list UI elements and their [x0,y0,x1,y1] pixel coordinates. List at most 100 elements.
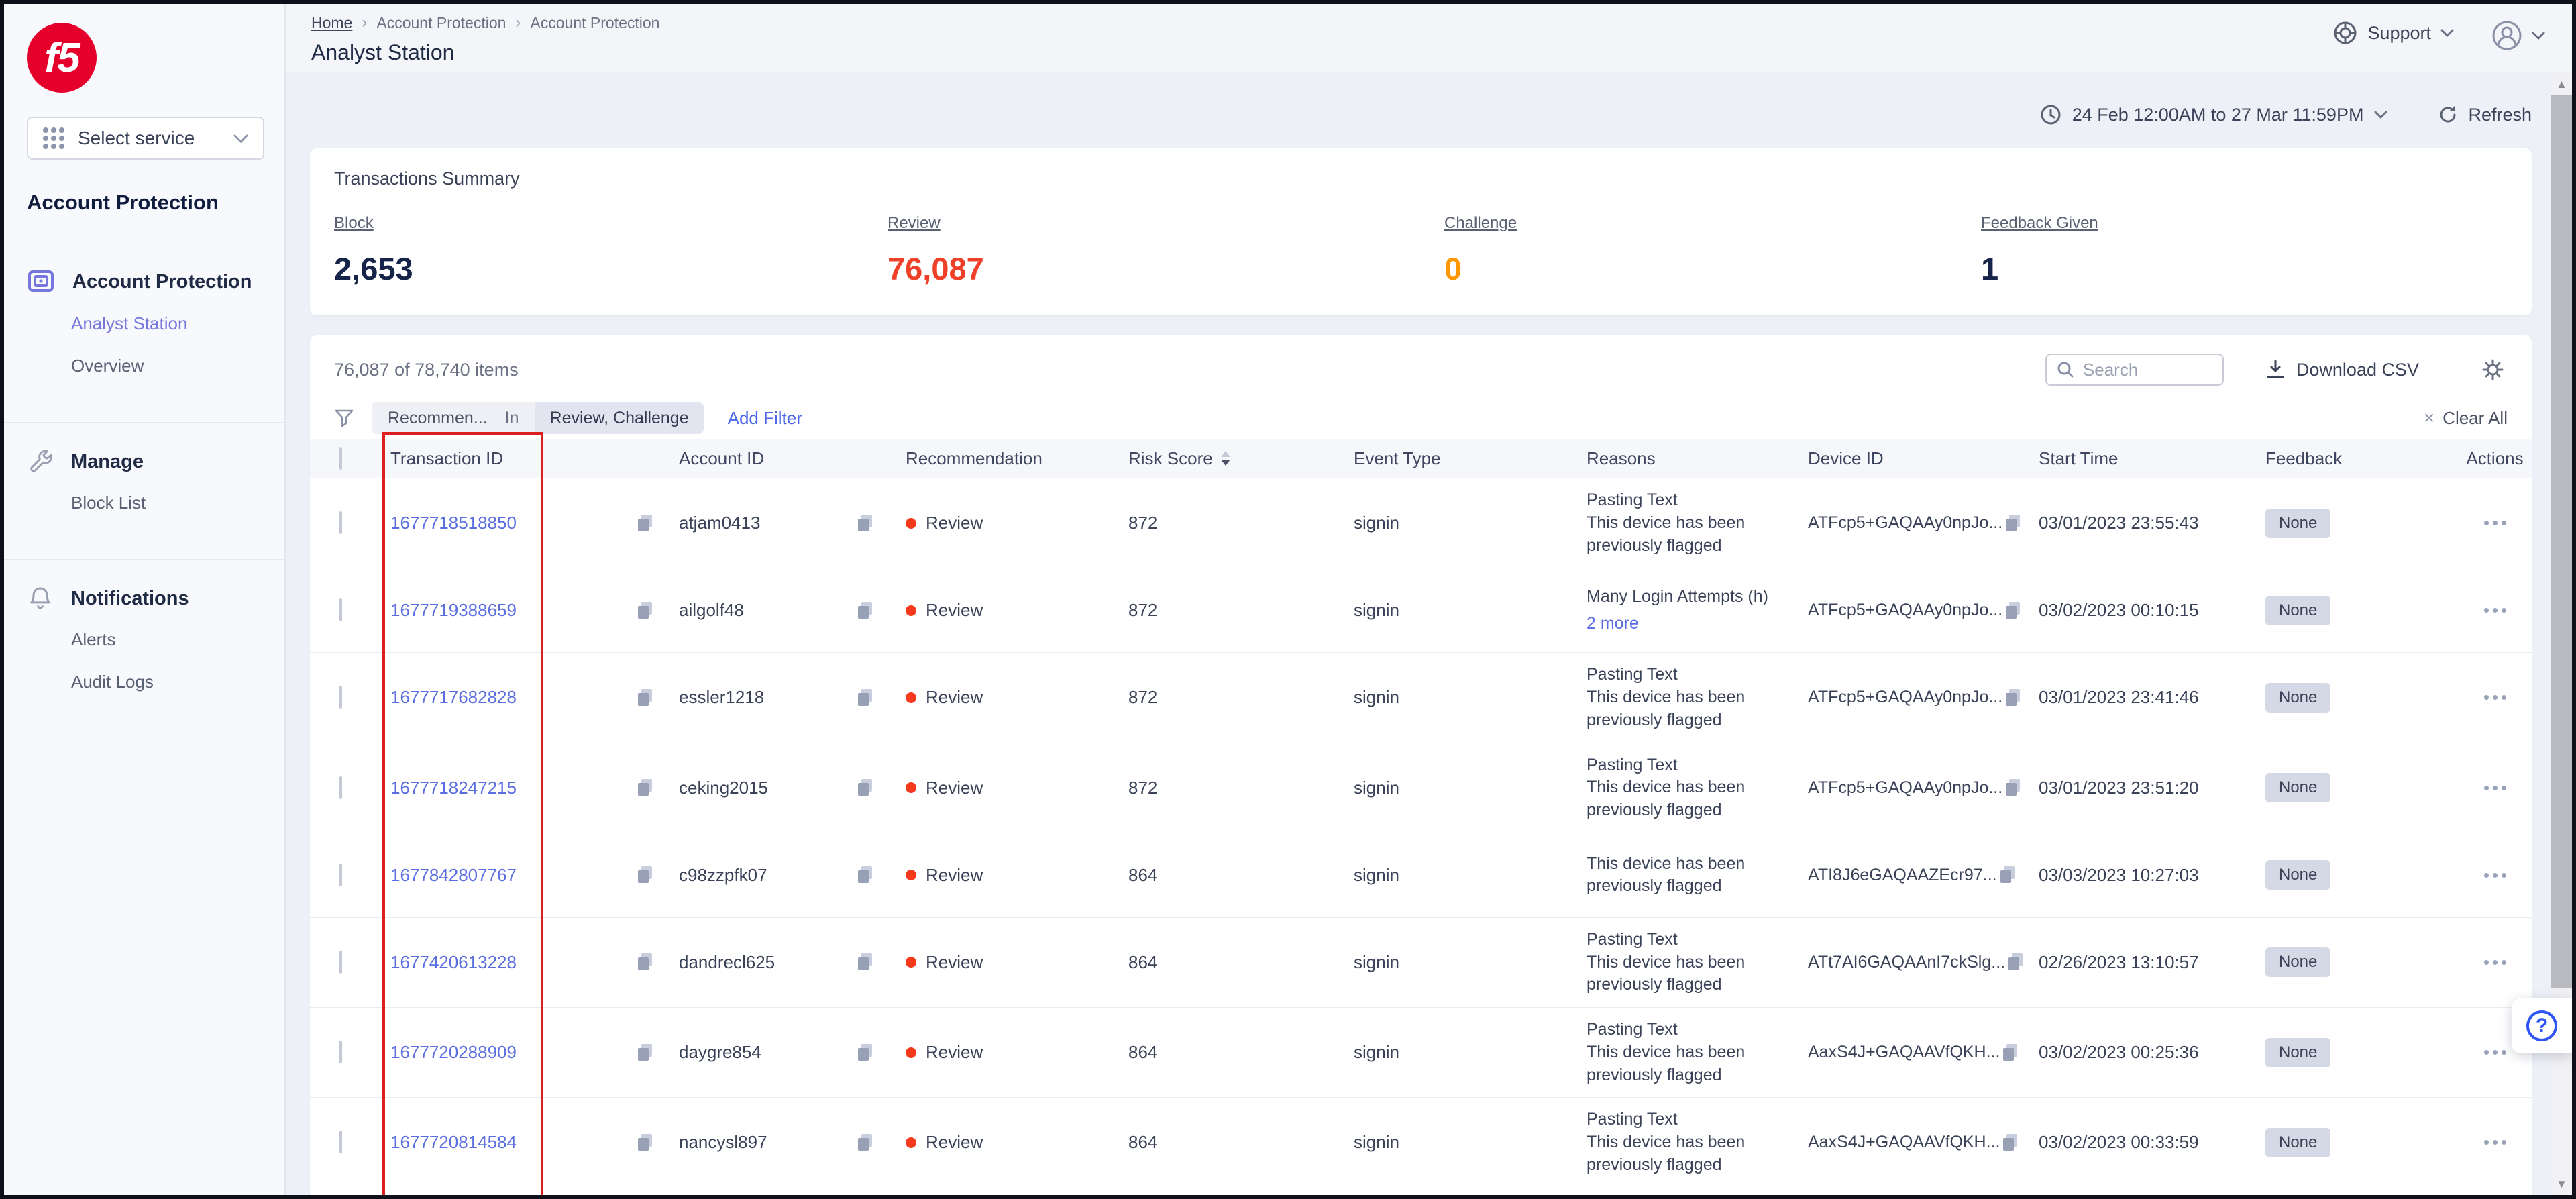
transaction-id-link[interactable]: 1677718518850 [390,513,517,533]
sidebar-item-audit-logs[interactable]: Audit Logs [71,672,284,692]
copy-icon[interactable] [635,1132,655,1153]
select-all-checkbox[interactable] [339,446,342,470]
refresh-button[interactable]: Refresh [2437,104,2532,125]
row-actions-menu-icon[interactable] [2483,1050,2506,1055]
date-range-value[interactable]: 24 Feb 12:00AM to 27 Mar 11:59PM [2072,105,2364,125]
row-actions-menu-icon[interactable] [2483,695,2506,700]
filter-funnel-icon[interactable] [334,408,354,428]
copy-icon[interactable] [855,1132,875,1153]
column-header-event-type[interactable]: Event Type [1346,448,1578,469]
breadcrumb-home-link[interactable]: Home [311,14,352,32]
table-settings-button[interactable] [2481,358,2505,382]
clear-all-button[interactable]: × Clear All [2424,407,2508,429]
copy-icon[interactable] [855,687,875,709]
row-actions-menu-icon[interactable] [2483,959,2506,965]
column-header-start-time[interactable]: Start Time [2031,448,2257,469]
support-menu[interactable]: Support [2332,20,2454,46]
row-actions-menu-icon[interactable] [2483,608,2506,613]
event-type-value: signin [1354,1132,1399,1153]
event-type-value: signin [1354,951,1399,972]
row-checkbox[interactable] [339,950,342,974]
copy-icon[interactable] [635,600,655,621]
service-selector-dropdown[interactable]: Select service [27,117,264,160]
row-actions-menu-icon[interactable] [2483,785,2506,790]
reasons-value: Pasting Text This device has been previou… [1587,665,1746,729]
reasons-more-link[interactable]: 2 more [1587,613,1786,635]
row-checkbox[interactable] [339,1041,342,1064]
breadcrumb-separator: › [515,13,521,32]
transaction-id-link[interactable]: 1677842807767 [390,865,517,886]
copy-icon[interactable] [855,777,875,798]
copy-icon[interactable] [855,864,875,886]
download-csv-button[interactable]: Download CSV [2265,359,2419,380]
sidebar-item-block-list[interactable]: Block List [71,492,284,513]
items-count: 76,087 of 78,740 items [334,359,519,380]
column-header-reasons[interactable]: Reasons [1578,448,1800,469]
copy-icon[interactable] [2005,951,2025,973]
column-header-risk-score[interactable]: Risk Score [1128,448,1346,469]
row-actions-menu-icon[interactable] [2483,1140,2506,1145]
chevron-down-icon [233,134,248,143]
copy-icon[interactable] [2000,1132,2020,1153]
transaction-id-link[interactable]: 1677719388659 [390,600,517,621]
sidebar-item-alerts[interactable]: Alerts [71,629,284,650]
scroll-up-arrow-icon[interactable]: ▲ [2556,73,2567,95]
column-header-recommendation[interactable]: Recommendation [885,448,1120,469]
copy-icon[interactable] [2002,687,2023,709]
metric-challenge-link[interactable]: Challenge [1444,214,1517,233]
row-checkbox[interactable] [339,776,342,799]
add-filter-button[interactable]: Add Filter [728,408,802,429]
row-checkbox[interactable] [339,1131,342,1154]
transaction-id-link[interactable]: 1677720288909 [390,1042,517,1063]
copy-icon[interactable] [635,951,655,973]
chevron-down-icon[interactable] [2374,111,2387,119]
copy-icon[interactable] [855,1042,875,1063]
metric-block-link[interactable]: Block [334,214,374,233]
transaction-id-link[interactable]: 1677420613228 [390,952,517,973]
metric-review-link[interactable]: Review [888,214,941,233]
row-checkbox[interactable] [339,863,342,886]
transaction-id-link[interactable]: 1677718247215 [390,778,517,798]
sidebar-item-analyst-station[interactable]: Analyst Station [71,313,284,334]
row-checkbox[interactable] [339,598,342,622]
start-time-value: 02/26/2023 13:10:57 [2039,951,2199,972]
scrollbar-thumb[interactable] [2551,95,2572,988]
copy-icon[interactable] [2000,1042,2020,1063]
transaction-id-link[interactable]: 1677717682828 [390,687,517,708]
copy-icon[interactable] [635,687,655,709]
row-actions-menu-icon[interactable] [2483,872,2506,878]
column-header-feedback[interactable]: Feedback [2257,448,2450,469]
copy-icon[interactable] [2002,600,2023,621]
table-row: 1677719388659 ailgolf48 Review 872 signi… [310,568,2532,652]
transaction-id-link[interactable]: 1677720814584 [390,1132,517,1153]
row-checkbox[interactable] [339,686,342,709]
filter-chip[interactable]: Recommen... In Review, Challenge [372,402,704,434]
column-header-account-id[interactable]: Account ID [671,448,885,469]
help-fab-button[interactable]: ? [2512,998,2572,1053]
metric-feedback-link[interactable]: Feedback Given [1981,214,2098,233]
row-actions-menu-icon[interactable] [2483,521,2506,526]
product-title: Account Protection [27,191,219,214]
reasons-value: Pasting Text This device has been previou… [1587,490,1746,555]
search-box[interactable] [2045,354,2224,386]
f5-logo-icon[interactable]: f5 [27,23,97,93]
copy-icon[interactable] [635,864,655,886]
search-input[interactable] [2082,359,2204,380]
scroll-down-arrow-icon[interactable]: ▼ [2556,1173,2567,1195]
column-header-device-id[interactable]: Device ID [1800,448,2031,469]
copy-icon[interactable] [855,513,875,534]
copy-icon[interactable] [2002,513,2023,534]
copy-icon[interactable] [635,777,655,798]
column-header-transaction-id[interactable]: Transaction ID [382,448,671,469]
copy-icon[interactable] [855,951,875,973]
account-menu[interactable] [2491,20,2545,51]
copy-icon[interactable] [635,513,655,534]
sidebar-item-overview[interactable]: Overview [71,356,284,376]
copy-icon[interactable] [1997,864,2017,886]
copy-icon[interactable] [2002,777,2023,798]
event-type-value: signin [1354,513,1399,533]
row-checkbox[interactable] [339,511,342,535]
copy-icon[interactable] [635,1042,655,1063]
feedback-badge: None [2265,682,2331,713]
copy-icon[interactable] [855,600,875,621]
